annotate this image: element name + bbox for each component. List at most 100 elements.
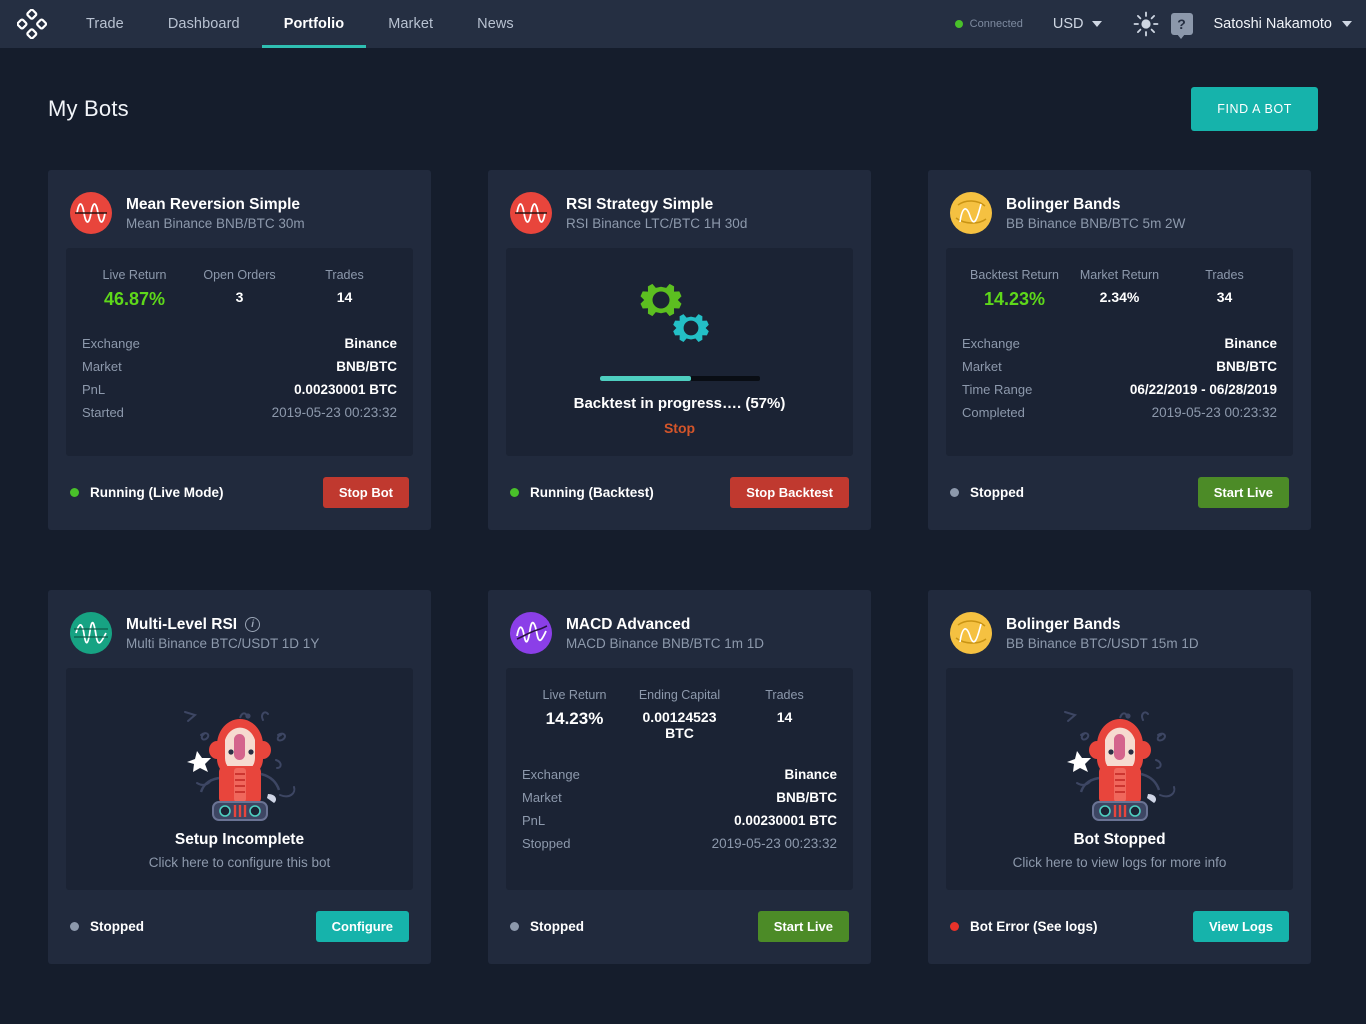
detail-value: Binance xyxy=(1224,336,1277,351)
bot-stopped-panel[interactable]: Bot Stopped Click here to view logs for … xyxy=(946,668,1293,890)
status-label: Running (Backtest) xyxy=(530,484,654,500)
detail-row: Market BNB/BTC xyxy=(522,786,837,809)
empty-state-title: Bot Stopped xyxy=(1073,831,1166,848)
bot-name-text: Bolinger Bands xyxy=(1006,615,1121,633)
bot-detail-rows: Exchange Binance Market BNB/BTC PnL 0.00230… xyxy=(522,763,837,855)
start-live-button[interactable]: Start Live xyxy=(757,910,849,942)
currency-selector[interactable]: USD xyxy=(1053,16,1102,32)
question-mark-icon: ? xyxy=(1170,13,1193,39)
help-button[interactable]: ? xyxy=(1164,6,1200,42)
bot-subtitle: RSI Binance LTC/BTC 1H 30d xyxy=(566,215,748,231)
bot-name-text: Mean Reversion Simple xyxy=(126,195,301,213)
nav-label: Trade xyxy=(86,16,124,32)
connection-status-dot xyxy=(954,20,963,28)
stop-backtest-link[interactable]: Stop xyxy=(664,420,695,436)
configure-button[interactable]: Configure xyxy=(315,910,409,942)
bot-stat: Backtest Return 14.23% xyxy=(962,268,1067,310)
bot-name: MACD Advanced xyxy=(566,616,764,634)
main-nav: Trade Dashboard Portfolio Market News xyxy=(64,0,536,48)
bot-avatar xyxy=(950,612,992,654)
bot-detail-rows: Exchange Binance Market BNB/BTC PnL 0.00230… xyxy=(82,332,397,424)
find-a-bot-button[interactable]: FIND A BOT xyxy=(1191,87,1318,131)
status-dot xyxy=(950,487,959,497)
detail-value: BNB/BTC xyxy=(336,359,397,374)
bot-card[interactable]: Bolinger Bands BB Binance BNB/BTC 5m 2W … xyxy=(928,170,1311,530)
stat-label: Open Orders xyxy=(203,268,276,282)
bot-card-footer: Bot Error (See logs) View Logs xyxy=(946,890,1293,948)
nav-item-trade[interactable]: Trade xyxy=(64,0,146,48)
bot-subtitle: Mean Binance BNB/BTC 30m xyxy=(126,215,305,231)
sun-icon xyxy=(1133,11,1158,37)
view-logs-button[interactable]: View Logs xyxy=(1192,910,1289,942)
app-logo[interactable] xyxy=(0,0,64,48)
bot-card-titles: Bolinger Bands BB Binance BNB/BTC 5m 2W xyxy=(1006,196,1185,231)
bot-avatar xyxy=(70,192,112,234)
nav-item-portfolio[interactable]: Portfolio xyxy=(261,0,367,48)
bot-card-header: Multi-Level RSI i Multi Binance BTC/USDT… xyxy=(66,608,413,668)
bot-card-footer: Running (Live Mode) Stop Bot xyxy=(66,456,413,514)
theme-toggle-button[interactable] xyxy=(1128,6,1164,42)
stat-label: Backtest Return xyxy=(970,268,1059,282)
detail-key: Stopped xyxy=(522,836,571,851)
user-menu[interactable]: Satoshi Nakamoto xyxy=(1214,16,1352,32)
bot-name: Multi-Level RSI i xyxy=(126,616,319,634)
top-bar-right-controls: Connected USD ? Satoshi Nakamoto xyxy=(954,0,1366,48)
bot-card[interactable]: MACD Advanced MACD Binance BNB/BTC 1m 1D… xyxy=(488,590,871,964)
setup-incomplete-panel[interactable]: Setup Incomplete Click here to configure… xyxy=(66,668,413,890)
bot-stat: Trades 34 xyxy=(1172,268,1277,310)
bot-name: Mean Reversion Simple xyxy=(126,196,305,214)
robot-illustration-icon xyxy=(183,711,295,821)
stat-label: Trades xyxy=(765,688,804,702)
bot-card-titles: Mean Reversion Simple Mean Binance BNB/B… xyxy=(126,196,305,231)
nav-item-dashboard[interactable]: Dashboard xyxy=(146,0,262,48)
bot-stat: Live Return 46.87% xyxy=(82,268,187,310)
stat-value: 3 xyxy=(235,289,244,305)
start-live-button[interactable]: Start Live xyxy=(1197,476,1289,508)
page-title: My Bots xyxy=(48,96,129,121)
empty-state-subtitle[interactable]: Click here to view logs for more info xyxy=(1013,855,1227,870)
stop-backtest-button[interactable]: Stop Backtest xyxy=(730,476,849,508)
detail-row: Exchange Binance xyxy=(962,332,1277,355)
nav-item-market[interactable]: Market xyxy=(366,0,455,48)
wave-oscillator-icon xyxy=(515,203,547,223)
bot-card-header: Bolinger Bands BB Binance BTC/USDT 15m 1… xyxy=(946,608,1293,668)
nav-item-news[interactable]: News xyxy=(455,0,536,48)
bot-card[interactable]: RSI Strategy Simple RSI Binance LTC/BTC … xyxy=(488,170,871,530)
progress-fill xyxy=(599,376,691,381)
bot-card-header: RSI Strategy Simple RSI Binance LTC/BTC … xyxy=(506,188,853,248)
empty-state-subtitle[interactable]: Click here to configure this bot xyxy=(149,855,331,870)
stat-value: 14.23% xyxy=(983,289,1046,309)
bollinger-ball-icon xyxy=(955,200,987,224)
stop-bot-button[interactable]: Stop Bot xyxy=(322,476,409,508)
detail-value: 06/22/2019 - 06/28/2019 xyxy=(1129,382,1277,397)
chevron-down-icon xyxy=(1342,21,1352,27)
connection-status: Connected xyxy=(954,18,1023,30)
connection-status-label: Connected xyxy=(969,18,1023,30)
backtest-progress-panel: Backtest in progress…. (57%) Stop xyxy=(506,248,853,456)
bot-card-titles: Bolinger Bands BB Binance BTC/USDT 15m 1… xyxy=(1006,616,1199,651)
detail-value: BNB/BTC xyxy=(776,790,837,805)
detail-key: Exchange xyxy=(522,767,580,782)
info-icon[interactable]: i xyxy=(245,617,261,632)
status-dot xyxy=(70,487,79,497)
bot-card[interactable]: Bolinger Bands BB Binance BTC/USDT 15m 1… xyxy=(928,590,1311,964)
macd-wave-icon xyxy=(516,621,548,643)
stat-value: 46.87% xyxy=(103,289,166,309)
bot-subtitle: BB Binance BTC/USDT 15m 1D xyxy=(1006,635,1199,651)
bot-name-text: Multi-Level RSI xyxy=(126,615,238,633)
bot-stat: Trades 14 xyxy=(292,268,397,310)
detail-row: Exchange Binance xyxy=(522,763,837,786)
detail-key: Market xyxy=(962,359,1002,374)
page-content: My Bots FIND A BOT Mean Reversion Simple… xyxy=(0,48,1366,964)
detail-key: Started xyxy=(82,405,124,420)
bot-card-footer: Stopped Configure xyxy=(66,890,413,948)
detail-value: 2019-05-23 00:23:32 xyxy=(1151,405,1277,420)
detail-key: Completed xyxy=(962,405,1025,420)
bot-stat: Live Return 14.23% xyxy=(522,688,627,741)
detail-value: Binance xyxy=(344,336,397,351)
page-header: My Bots FIND A BOT xyxy=(48,48,1318,170)
stat-label: Trades xyxy=(325,268,364,282)
bot-name: Bolinger Bands xyxy=(1006,196,1185,214)
bot-card[interactable]: Mean Reversion Simple Mean Binance BNB/B… xyxy=(48,170,431,530)
bot-card[interactable]: Multi-Level RSI i Multi Binance BTC/USDT… xyxy=(48,590,431,964)
